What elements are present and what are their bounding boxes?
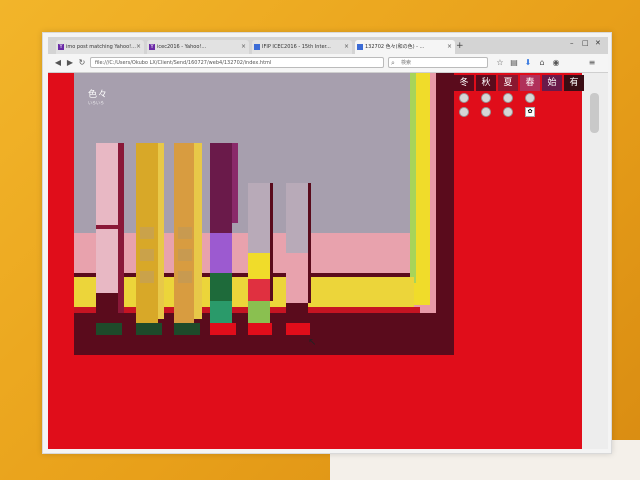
- star-icon[interactable]: ☆: [494, 57, 506, 69]
- summer-toggle-2[interactable]: [503, 107, 513, 117]
- yahoo-icon: Y: [149, 44, 155, 50]
- search-icon: ⌕: [391, 59, 395, 67]
- spring-toggle-1[interactable]: [525, 93, 535, 103]
- autumn-toggle-1[interactable]: [481, 93, 491, 103]
- download-icon[interactable]: ⬇: [522, 57, 534, 69]
- season-selector: 冬 秋 夏 春 始 有 ✿: [452, 73, 584, 123]
- page-icon: [357, 44, 363, 50]
- close-tab-icon[interactable]: ×: [241, 40, 246, 54]
- spring-toggle-2[interactable]: ✿: [525, 107, 535, 117]
- logo-subtitle: いろいろ: [88, 100, 104, 105]
- artwork-band-pink: [74, 233, 410, 273]
- artwork-band-yellow: [74, 277, 414, 307]
- tab-label: icec2016 - Yahoo!...: [157, 44, 207, 50]
- tab-label: 132702 色々(和の色) - ...: [365, 44, 425, 50]
- forward-icon[interactable]: ▶: [64, 57, 76, 69]
- navigation-toolbar: ◀ ▶ ↻ file:///C:/Users/Okubo LX/Client/S…: [48, 54, 608, 73]
- season-summer[interactable]: 夏: [498, 75, 518, 91]
- mode-yes[interactable]: 有: [564, 75, 584, 91]
- artwork-grey-area: [74, 73, 410, 233]
- search-placeholder: 検索: [401, 60, 412, 66]
- close-tab-icon[interactable]: ×: [136, 40, 141, 54]
- sync-icon[interactable]: ◉: [550, 57, 562, 69]
- browser-window: Y imo post matching Yahoo!... × Y icec20…: [48, 37, 608, 449]
- color-column-6[interactable]: [286, 183, 312, 335]
- new-tab-button[interactable]: +: [456, 40, 464, 52]
- home-icon[interactable]: ⌂: [536, 57, 548, 69]
- artwork-band-red: [74, 307, 420, 313]
- mode-start[interactable]: 始: [542, 75, 562, 91]
- close-tab-icon[interactable]: ×: [447, 40, 452, 54]
- tab-3[interactable]: IFIP ICEC2016 - 15th Inter... ×: [252, 40, 352, 54]
- reading-list-icon[interactable]: ▤: [508, 57, 520, 69]
- summer-toggle-1[interactable]: [503, 93, 513, 103]
- season-autumn[interactable]: 秋: [476, 75, 496, 91]
- search-input[interactable]: ⌕ 検索: [388, 57, 488, 68]
- address-bar[interactable]: file:///C:/Users/Okubo LX/Client/Send/16…: [90, 57, 384, 68]
- page-content: 色々 いろいろ 冬 秋 夏 春 始 有 ✿ ↖: [48, 73, 608, 449]
- scrollbar-thumb[interactable]: [590, 93, 599, 133]
- yahoo-icon: Y: [58, 44, 64, 50]
- tab-bar: Y imo post matching Yahoo!... × Y icec20…: [48, 37, 608, 54]
- winter-toggle-2[interactable]: [459, 107, 469, 117]
- back-icon[interactable]: ◀: [52, 57, 64, 69]
- logo-title: 色々: [88, 90, 109, 100]
- tab-1[interactable]: Y imo post matching Yahoo!... ×: [56, 40, 144, 54]
- reload-icon[interactable]: ↻: [76, 57, 88, 69]
- tab-label: IFIP ICEC2016 - 15th Inter...: [262, 44, 331, 50]
- mouse-cursor-icon: ↖: [308, 337, 317, 348]
- winter-toggle-1[interactable]: [459, 93, 469, 103]
- tab-4-active[interactable]: 132702 色々(和の色) - ... ×: [355, 40, 455, 54]
- menu-icon[interactable]: ≡: [586, 57, 598, 69]
- minimize-button[interactable]: –: [570, 39, 574, 47]
- color-column-1[interactable]: [96, 143, 124, 335]
- season-spring[interactable]: 春: [520, 75, 540, 91]
- site-logo[interactable]: 色々 いろいろ: [88, 87, 108, 106]
- close-window-button[interactable]: ✕: [595, 39, 601, 47]
- autumn-toggle-2[interactable]: [481, 107, 491, 117]
- page-icon: [254, 44, 260, 50]
- color-column-4[interactable]: [210, 143, 238, 335]
- season-winter[interactable]: 冬: [454, 75, 474, 91]
- tab-label: imo post matching Yahoo!...: [66, 44, 136, 50]
- maximize-button[interactable]: □: [582, 39, 589, 47]
- close-tab-icon[interactable]: ×: [344, 40, 349, 54]
- color-column-3[interactable]: [174, 143, 202, 335]
- tab-2[interactable]: Y icec2016 - Yahoo!... ×: [147, 40, 249, 54]
- color-column-5[interactable]: [248, 183, 274, 335]
- color-column-2[interactable]: [136, 143, 164, 335]
- scrollbar[interactable]: [582, 73, 608, 449]
